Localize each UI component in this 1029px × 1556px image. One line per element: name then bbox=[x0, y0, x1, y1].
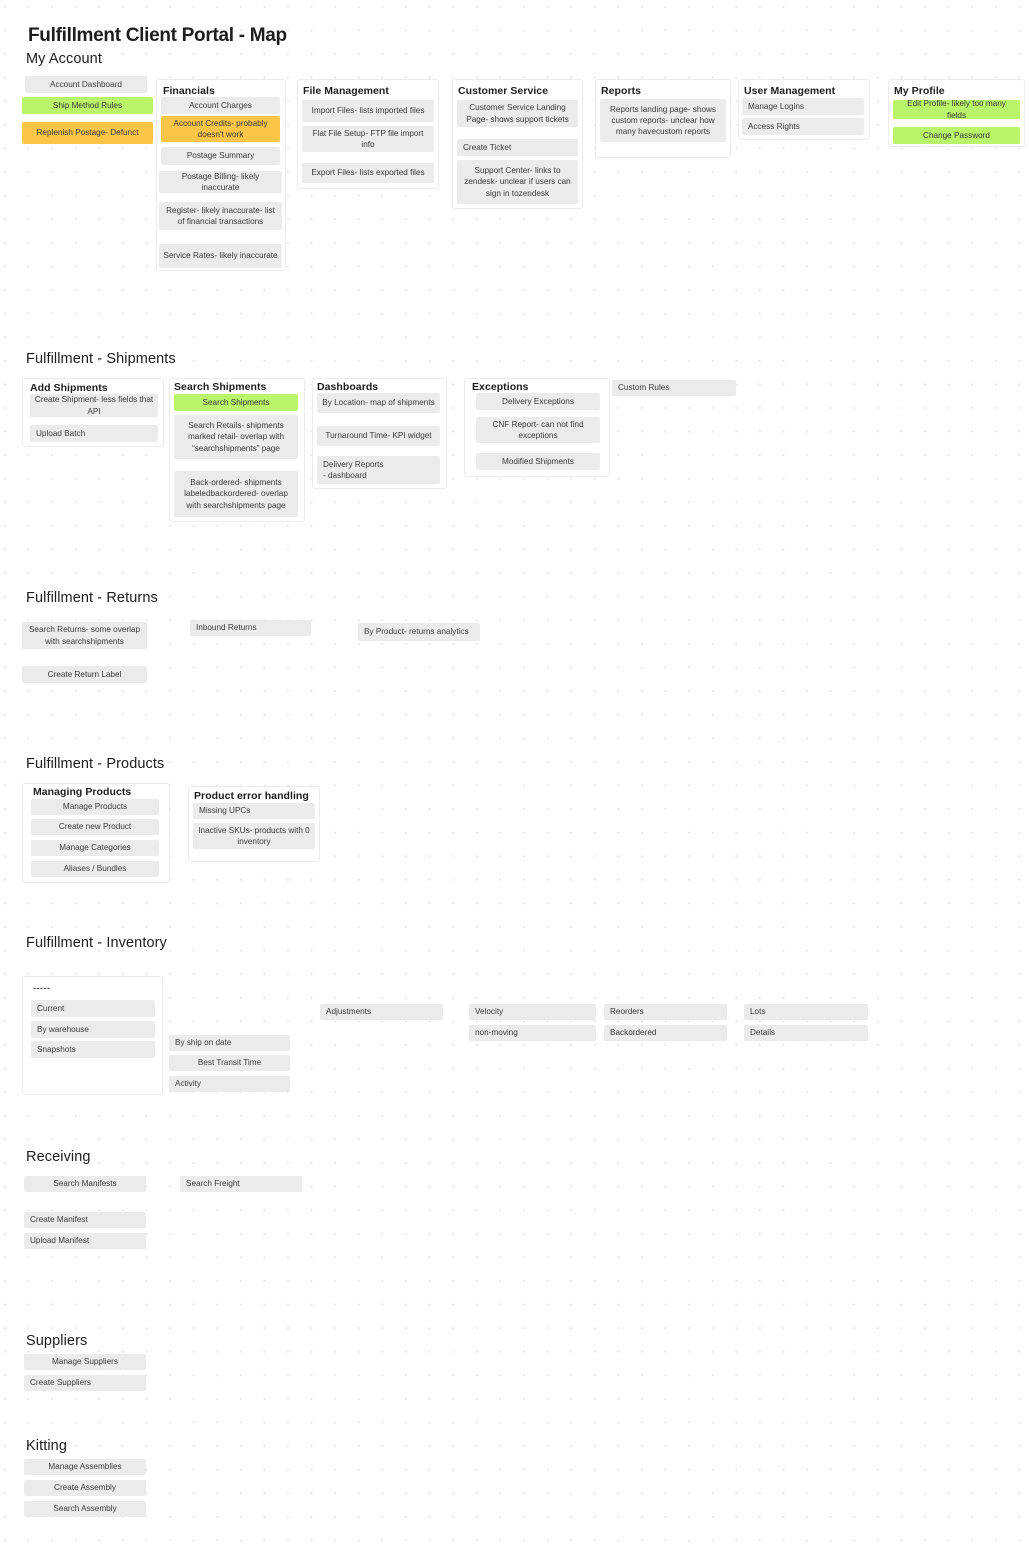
map-canvas: Fulfillment Client Portal - Map My Accou… bbox=[0, 0, 1029, 1556]
item-velocity[interactable]: Velocity bbox=[469, 1004, 596, 1020]
section-title-my-account: My Account bbox=[26, 51, 102, 67]
item-non-moving[interactable]: non-moving bbox=[469, 1025, 596, 1041]
item-register[interactable]: Register- likely inaccurate- list of fin… bbox=[159, 202, 282, 230]
section-title-kitting: Kitting bbox=[26, 1438, 67, 1454]
item-create-manifest[interactable]: Create Manifest bbox=[24, 1212, 146, 1228]
group-title-product-error-handling: Product error handling bbox=[194, 790, 309, 802]
item-search-retails[interactable]: Search Retails- shipments marked retail-… bbox=[174, 415, 298, 459]
item-support-center[interactable]: Support Center- links to zendesk- unclea… bbox=[457, 160, 578, 204]
item-account-credits[interactable]: Account Credits- probably doesn't work bbox=[161, 116, 280, 142]
item-details[interactable]: Details bbox=[744, 1025, 868, 1041]
item-by-location[interactable]: By Location- map of shipments bbox=[317, 393, 440, 413]
item-upload-manifest[interactable]: Upload Manifest bbox=[24, 1233, 146, 1249]
group-title-customer-service: Customer Service bbox=[458, 85, 549, 97]
item-activity[interactable]: Activity bbox=[169, 1076, 290, 1092]
item-flat-file-setup[interactable]: Flat File Setup- FTP file import info bbox=[302, 126, 434, 152]
item-custom-rules[interactable]: Custom Rules bbox=[612, 380, 736, 396]
item-manage-assemblies[interactable]: Manage Assemblies bbox=[24, 1459, 146, 1475]
item-access-rights[interactable]: Access Rights bbox=[742, 118, 864, 135]
item-manage-suppliers[interactable]: Manage Suppliers bbox=[24, 1354, 146, 1370]
item-lots[interactable]: Lots bbox=[744, 1004, 868, 1020]
item-search-shipments[interactable]: Search Shipments bbox=[174, 394, 298, 411]
item-manage-logins[interactable]: Manage Logins bbox=[742, 98, 864, 115]
group-title-dashboards: Dashboards bbox=[317, 381, 379, 393]
group-title-managing-products: Managing Products bbox=[33, 786, 132, 798]
item-account-dashboard[interactable]: Account Dashboard bbox=[25, 76, 147, 93]
section-title-shipments: Fulfillment - Shipments bbox=[26, 351, 176, 367]
item-create-suppliers[interactable]: Create Suppliers bbox=[24, 1375, 146, 1391]
item-import-files[interactable]: Import Files- lists imported files bbox=[302, 100, 434, 122]
item-upload-batch[interactable]: Upload Batch bbox=[30, 425, 158, 442]
group-title-my-profile: My Profile bbox=[894, 85, 945, 97]
group-title-inventory-unnamed: ----- bbox=[33, 983, 51, 993]
item-export-files[interactable]: Export Files- lists exported files bbox=[302, 163, 434, 183]
group-title-user-management: User Management bbox=[744, 85, 836, 97]
item-customer-service-landing[interactable]: Customer Service Landing Page- shows sup… bbox=[457, 100, 578, 127]
item-turnaround-time[interactable]: Turnaround Time- KPI widget bbox=[317, 426, 440, 446]
item-delivery-exceptions[interactable]: Delivery Exceptions bbox=[476, 393, 600, 410]
item-search-manifests[interactable]: Search Manifests bbox=[24, 1176, 146, 1192]
item-best-transit-time[interactable]: Best Transit Time bbox=[169, 1055, 290, 1071]
section-title-suppliers: Suppliers bbox=[26, 1333, 88, 1349]
item-by-product-returns[interactable]: By Product- returns analytics bbox=[358, 623, 480, 641]
item-back-ordered[interactable]: Back-ordered- shipments labeledbackorder… bbox=[174, 471, 298, 517]
item-create-new-product[interactable]: Create new Product bbox=[31, 819, 159, 835]
item-modified-shipments[interactable]: Modified Shipments bbox=[476, 453, 600, 470]
item-search-assembly[interactable]: Search Assembly bbox=[24, 1501, 146, 1517]
item-search-freight[interactable]: Search Freight bbox=[180, 1176, 302, 1192]
group-title-financials: Financials bbox=[163, 85, 215, 97]
section-title-products: Fulfillment - Products bbox=[26, 756, 165, 772]
item-service-rates[interactable]: Service Rates- likely inaccurate bbox=[159, 244, 282, 268]
item-create-return-label[interactable]: Create Return Label bbox=[22, 666, 147, 683]
item-reports-landing-page[interactable]: Reports landing page- shows custom repor… bbox=[600, 99, 726, 142]
page-title: Fulfillment Client Portal - Map bbox=[28, 25, 287, 46]
group-title-reports: Reports bbox=[601, 85, 642, 97]
item-cnf-report[interactable]: CNF Report- can not find exceptions bbox=[476, 417, 600, 443]
item-postage-billing[interactable]: Postage Billing- likely inaccurate bbox=[159, 171, 282, 193]
group-title-file-management: File Management bbox=[303, 85, 389, 97]
item-replenish-postage[interactable]: Replenish Postage- Defunct bbox=[22, 122, 153, 144]
item-create-assembly[interactable]: Create Assembly bbox=[24, 1480, 146, 1496]
item-backordered[interactable]: Backordered bbox=[604, 1025, 727, 1041]
item-create-shipment[interactable]: Create Shipment- less fields that API bbox=[30, 394, 158, 417]
item-ship-method-rules[interactable]: Ship Method Rules bbox=[22, 97, 153, 114]
item-manage-categories[interactable]: Manage Categories bbox=[31, 840, 159, 856]
group-title-exceptions: Exceptions bbox=[472, 381, 529, 393]
group-title-add-shipments: Add Shipments bbox=[30, 382, 108, 394]
item-by-ship-on-date[interactable]: By ship on date bbox=[169, 1035, 290, 1051]
item-delivery-reports[interactable]: Delivery Reports - dashboard bbox=[317, 456, 440, 484]
group-title-search-shipments: Search Shipments bbox=[174, 381, 267, 393]
section-title-inventory: Fulfillment - Inventory bbox=[26, 935, 167, 951]
item-aliases-bundles[interactable]: Aliases / Bundles bbox=[31, 861, 159, 877]
item-manage-products[interactable]: Manage Products bbox=[31, 799, 159, 815]
item-by-warehouse[interactable]: By warehouse bbox=[31, 1021, 155, 1038]
item-reorders[interactable]: Reorders bbox=[604, 1004, 727, 1020]
item-postage-summary[interactable]: Postage Summary bbox=[161, 147, 280, 165]
item-adjustments[interactable]: Adjustments bbox=[320, 1004, 443, 1020]
item-edit-profile[interactable]: Edit Profile- likely too many fields bbox=[893, 100, 1020, 119]
item-missing-upcs[interactable]: Missing UPCs bbox=[193, 803, 315, 819]
item-snapshots[interactable]: Snapshots bbox=[31, 1041, 155, 1058]
item-search-returns[interactable]: Search Returns- some overlap with search… bbox=[22, 622, 147, 649]
section-title-returns: Fulfillment - Returns bbox=[26, 590, 158, 606]
item-account-charges[interactable]: Account Charges bbox=[161, 97, 280, 114]
section-title-receiving: Receiving bbox=[26, 1149, 91, 1165]
item-create-ticket[interactable]: Create Ticket bbox=[457, 139, 578, 156]
item-change-password[interactable]: Change Password bbox=[893, 127, 1020, 144]
item-inbound-returns[interactable]: Inbound Returns bbox=[190, 620, 311, 636]
item-inactive-skus[interactable]: Inactive SKUs- products with 0 inventory bbox=[193, 823, 315, 849]
item-current[interactable]: Current bbox=[31, 1000, 155, 1017]
